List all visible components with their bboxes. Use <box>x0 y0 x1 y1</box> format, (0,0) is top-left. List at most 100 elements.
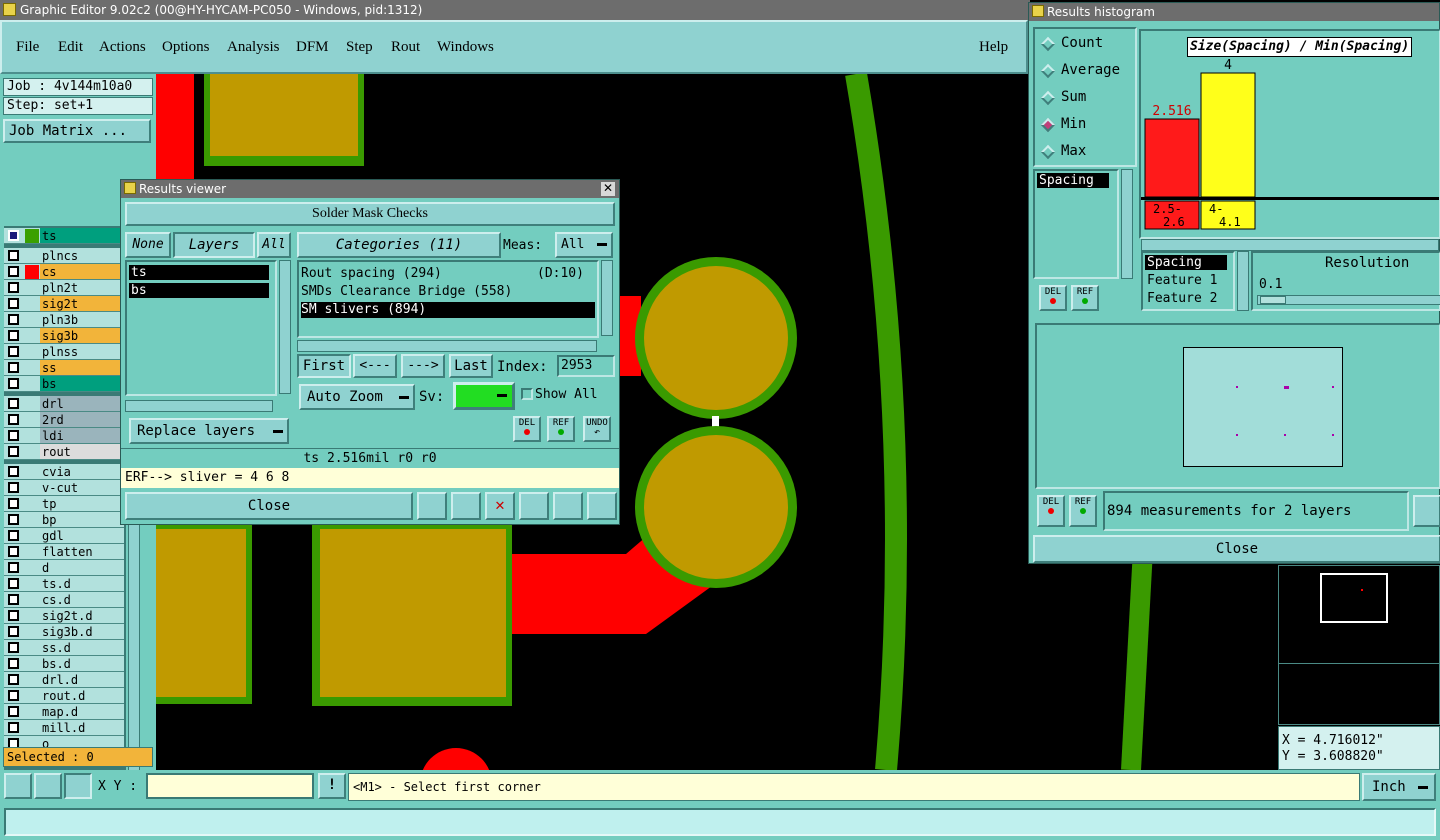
layer-color-swatch[interactable] <box>25 229 39 243</box>
layer-row-pln2t[interactable]: pln2t <box>4 280 124 296</box>
layer-checkbox[interactable] <box>8 378 19 389</box>
layers-button[interactable]: Layers <box>173 232 255 258</box>
menu-step[interactable]: Step <box>346 39 373 56</box>
layer-row-plnss[interactable]: plnss <box>4 344 124 360</box>
zoom-area-icon[interactable] <box>4 773 32 799</box>
replace-layers-dropdown[interactable]: Replace layers <box>129 418 289 444</box>
menu-edit[interactable]: Edit <box>58 39 83 56</box>
ref-button[interactable]: REF <box>547 416 575 442</box>
layer-checkbox[interactable] <box>8 250 19 261</box>
layer-results-list[interactable]: ts bs <box>125 260 277 396</box>
menu-dfm[interactable]: DFM <box>296 39 329 56</box>
menu-help[interactable]: Help <box>979 39 1008 56</box>
resolution-slider-thumb[interactable] <box>1260 296 1286 304</box>
layer-checkbox[interactable] <box>8 594 19 605</box>
categories-list[interactable]: Rout spacing (294) (D:10) SMDs Clearance … <box>297 260 599 338</box>
resolution-slider[interactable] <box>1257 295 1440 305</box>
layer-row-pln3b[interactable]: pln3b <box>4 312 124 328</box>
grid-icon[interactable] <box>64 773 92 799</box>
field-list[interactable]: Spacing <box>1033 169 1119 279</box>
menu-options[interactable]: Options <box>162 39 210 56</box>
mode-radio-max[interactable] <box>1040 144 1056 160</box>
field-item[interactable]: Spacing <box>1037 173 1109 188</box>
category-item[interactable]: SMDs Clearance Bridge (558) <box>301 284 595 300</box>
all-button[interactable]: All <box>257 232 291 258</box>
next-button[interactable]: ---> <box>401 354 445 378</box>
layer-row-sig2t-d[interactable]: sig2t.d <box>4 608 124 624</box>
attribute-item[interactable]: Feature 1 <box>1145 273 1227 288</box>
menu-actions[interactable]: Actions <box>99 39 146 56</box>
layer-checkbox[interactable] <box>8 482 19 493</box>
category-item[interactable]: Rout spacing (294) (D:10) <box>301 266 595 282</box>
layer-row-bp[interactable]: bp <box>4 512 124 528</box>
layer-row-sig2t[interactable]: sig2t <box>4 296 124 312</box>
attribute-item[interactable]: Spacing <box>1145 255 1227 270</box>
layer-row-d[interactable]: d <box>4 560 124 576</box>
layer-checkbox[interactable] <box>8 398 19 409</box>
menu-analysis[interactable]: Analysis <box>227 39 280 56</box>
layer-checkbox[interactable] <box>8 610 19 621</box>
layer-checkbox[interactable] <box>8 362 19 373</box>
histogram-bar[interactable] <box>1200 72 1256 198</box>
delete-icon[interactable]: ✕ <box>485 492 515 520</box>
mode-radio-count[interactable] <box>1040 36 1056 52</box>
layer-row-flatten[interactable]: flatten <box>4 544 124 560</box>
layer-row-v-cut[interactable]: v-cut <box>4 480 124 496</box>
prev-button[interactable]: <--- <box>353 354 397 378</box>
mode-radio-sum[interactable] <box>1040 90 1056 106</box>
layer-checkbox[interactable] <box>8 282 19 293</box>
menu-rout[interactable]: Rout <box>391 39 420 56</box>
layer-row-rout-d[interactable]: rout.d <box>4 688 124 704</box>
last-button[interactable]: Last <box>449 354 493 378</box>
sv-color-dropdown[interactable] <box>453 382 515 410</box>
layer-row-drl-d[interactable]: drl.d <box>4 672 124 688</box>
histogram-hscrollbar[interactable] <box>1141 239 1439 251</box>
layer-checkbox[interactable] <box>8 346 19 357</box>
histogram-ref-button[interactable]: REF <box>1071 285 1099 311</box>
layer-row-2rd[interactable]: 2rd <box>4 412 124 428</box>
results-viewer-close-button[interactable]: Close <box>125 492 413 520</box>
layer-row-cvia[interactable]: cvia <box>4 464 124 480</box>
layer-row-ts-d[interactable]: ts.d <box>4 576 124 592</box>
step-icon[interactable] <box>519 492 549 520</box>
export-icon[interactable] <box>1413 495 1440 527</box>
histogram-close-button[interactable]: Close <box>1033 535 1440 563</box>
layer-checkbox[interactable] <box>8 230 19 241</box>
layer-row-cs[interactable]: cs <box>4 264 124 280</box>
index-input[interactable]: 2953 <box>557 355 615 377</box>
notes-icon[interactable] <box>553 492 583 520</box>
layer-results-hscrollbar[interactable] <box>125 400 273 412</box>
layer-row-bs-d[interactable]: bs.d <box>4 656 124 672</box>
categories-hscrollbar[interactable] <box>297 340 597 352</box>
layer-result-item[interactable]: ts <box>129 265 269 280</box>
layer-checkbox[interactable] <box>8 430 19 441</box>
layer-checkbox[interactable] <box>8 546 19 557</box>
overview-map[interactable] <box>1278 565 1440 725</box>
highlight-icon[interactable] <box>451 492 481 520</box>
attribute-scrollbar[interactable] <box>1237 251 1249 311</box>
histogram-del-button[interactable]: DEL <box>1039 285 1067 311</box>
layer-checkbox[interactable] <box>8 414 19 425</box>
histogram-icon[interactable] <box>587 492 617 520</box>
close-icon[interactable]: ✕ <box>601 182 615 196</box>
job-matrix-button[interactable]: Job Matrix ... <box>3 119 151 143</box>
layer-row-map-d[interactable]: map.d <box>4 704 124 720</box>
layer-checkbox[interactable] <box>8 626 19 637</box>
layer-row-drl[interactable]: drl <box>4 396 124 412</box>
histogram-ref-button-2[interactable]: REF <box>1069 495 1097 527</box>
meas-dropdown[interactable]: All <box>555 232 613 258</box>
attribute-item[interactable]: Feature 2 <box>1145 291 1227 306</box>
layer-checkbox[interactable] <box>8 642 19 653</box>
categories-scrollbar[interactable] <box>601 260 613 336</box>
layer-row-sig3b-d[interactable]: sig3b.d <box>4 624 124 640</box>
mode-radio-average[interactable] <box>1040 63 1056 79</box>
del-button[interactable]: DEL <box>513 416 541 442</box>
xy-input[interactable] <box>146 773 314 799</box>
layer-checkbox[interactable] <box>8 314 19 325</box>
category-item-selected[interactable]: SM slivers (894) <box>301 302 595 318</box>
layer-checkbox[interactable] <box>8 530 19 541</box>
layer-checkbox[interactable] <box>8 578 19 589</box>
layer-checkbox[interactable] <box>8 706 19 717</box>
layer-row-ldi[interactable]: ldi <box>4 428 124 444</box>
layer-checkbox[interactable] <box>8 466 19 477</box>
